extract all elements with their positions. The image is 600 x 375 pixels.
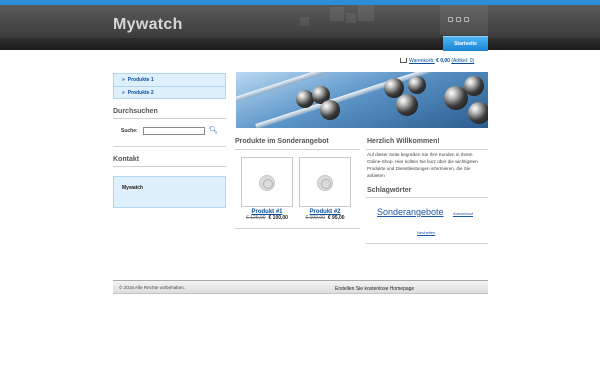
- old-price: € 125,00: [246, 215, 266, 221]
- header-banner-image: [236, 72, 488, 128]
- welcome-heading: Herzlich Willkommen!: [367, 138, 440, 145]
- arrow-icon: »: [122, 77, 125, 83]
- contact-heading: Kontakt: [113, 156, 226, 167]
- header-icon-group: [448, 17, 469, 22]
- old-price: € 100,00: [305, 215, 325, 221]
- tag-link-neuheiten[interactable]: Neuheiten: [417, 230, 435, 235]
- tag-link-sonderangebote[interactable]: Sonderangebote: [377, 207, 444, 217]
- product-price: € 100,00 € 95,00: [299, 215, 351, 221]
- main-navigation: [0, 38, 600, 50]
- home-icon[interactable]: [448, 17, 453, 22]
- cart-label[interactable]: Warenkorb:: [409, 58, 435, 64]
- product-card[interactable]: Produkt #1 € 125,00 € 100,00: [241, 157, 293, 221]
- tag-link-ausverkauf[interactable]: Ausverkauf: [453, 211, 473, 216]
- new-price: € 100,00: [268, 215, 288, 221]
- divider: [366, 197, 488, 198]
- site-title[interactable]: Mywatch: [113, 16, 183, 34]
- tags-heading: Schlagwörter: [367, 187, 412, 194]
- camera-placeholder-icon: [259, 175, 275, 191]
- camera-placeholder-icon: [317, 175, 333, 191]
- print-icon[interactable]: [464, 17, 469, 22]
- sidebar-item-label: Produkte 2: [127, 90, 154, 96]
- site-header: Mywatch: [0, 0, 600, 38]
- divider: [113, 146, 226, 147]
- new-price: € 95,00: [327, 215, 345, 221]
- contact-name: Mywatch: [122, 185, 144, 191]
- product-price: € 125,00 € 100,00: [241, 215, 293, 221]
- cart-icon[interactable]: [400, 58, 407, 63]
- divider: [235, 228, 360, 229]
- divider: [366, 149, 488, 150]
- contact-box: Mywatch: [113, 176, 226, 208]
- product-card[interactable]: Produkt #2 € 100,00 € 95,00: [299, 157, 351, 221]
- site-footer: © 2016 Alle Rechte vorbehalten. Erstelle…: [113, 281, 488, 294]
- shopping-cart[interactable]: Warenkorb: € 0,00 (Artikel: 0): [400, 57, 474, 64]
- product-image[interactable]: [241, 157, 293, 207]
- magnifier-icon[interactable]: 🔍︎: [209, 127, 218, 135]
- sidebar-item-produkte-2[interactable]: » Produkte 2: [113, 86, 226, 99]
- sitemap-icon[interactable]: [456, 17, 461, 22]
- search-form: Suche: 🔍︎: [113, 126, 226, 136]
- cart-item-count[interactable]: (Artikel: 0): [451, 58, 474, 64]
- sidebar: » Produkte 1 » Produkte 2 Durchsuchen Such…: [113, 73, 226, 208]
- divider: [235, 149, 360, 150]
- divider: [366, 243, 488, 244]
- copyright-text: © 2016 Alle Rechte vorbehalten.: [119, 285, 185, 290]
- products-heading: Produkte im Sonderangebot: [235, 138, 329, 145]
- search-label: Suche:: [121, 128, 138, 134]
- search-heading: Durchsuchen: [113, 108, 226, 119]
- nav-item-startseite[interactable]: Startseite: [443, 36, 488, 51]
- product-image[interactable]: [299, 157, 351, 207]
- search-input[interactable]: [143, 127, 205, 135]
- sidebar-item-produkte-1[interactable]: » Produkte 1: [113, 73, 226, 86]
- arrow-icon: »: [122, 90, 125, 96]
- sidebar-menu: » Produkte 1 » Produkte 2: [113, 73, 226, 99]
- cart-total[interactable]: € 0,00: [436, 58, 450, 64]
- welcome-text: Auf dieser Seite begrüßen Sie Ihre Kunde…: [367, 152, 478, 178]
- create-homepage-link[interactable]: Erstellen Sie kostenlose Homepage: [335, 286, 414, 292]
- sidebar-item-label: Produkte 1: [127, 77, 154, 83]
